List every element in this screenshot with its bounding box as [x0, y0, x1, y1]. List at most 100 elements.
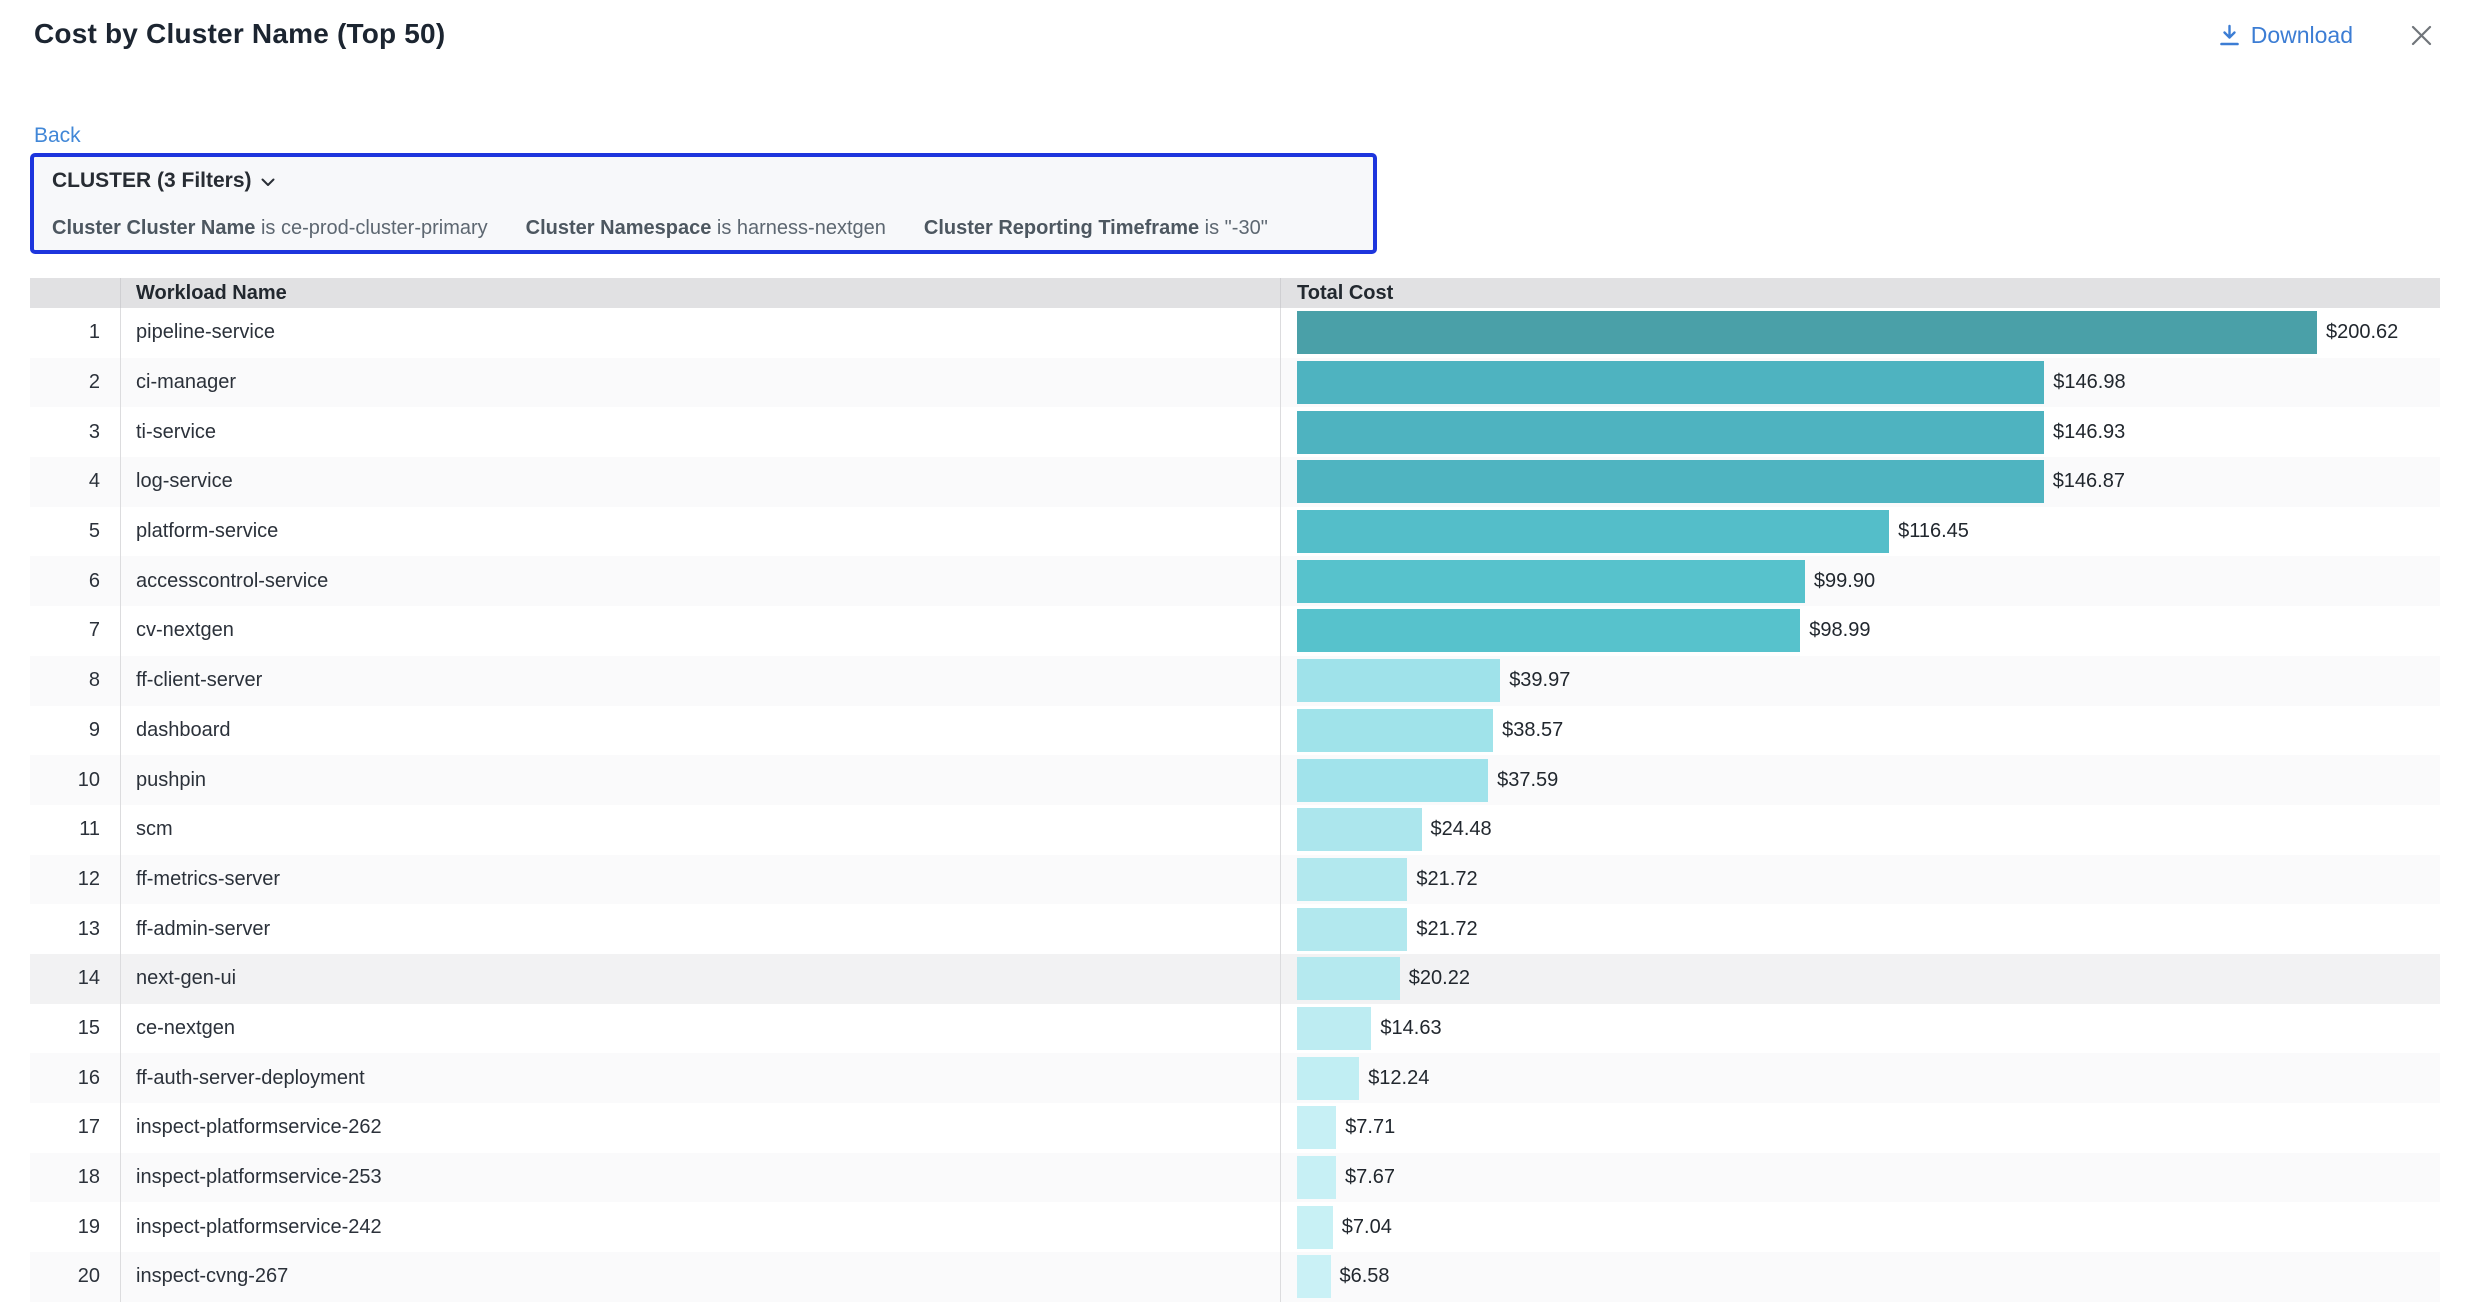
table-row[interactable]: 6accesscontrol-service$99.90: [30, 556, 2440, 606]
cost-value: $7.71: [1345, 1116, 1395, 1139]
row-workload-name: dashboard: [120, 706, 1280, 756]
cost-bar[interactable]: [1297, 908, 1407, 951]
filter-group-header[interactable]: CLUSTER (3 Filters): [52, 169, 1355, 193]
cost-bar[interactable]: [1297, 659, 1500, 702]
row-workload-name: ce-nextgen: [120, 1004, 1280, 1054]
row-cost-cell: $21.72: [1280, 904, 2440, 954]
cost-bar[interactable]: [1297, 808, 1422, 851]
cost-bar[interactable]: [1297, 609, 1800, 652]
cost-value: $6.58: [1340, 1265, 1390, 1288]
table-row[interactable]: 12ff-metrics-server $21.72: [30, 855, 2440, 905]
cost-bar[interactable]: [1297, 1206, 1333, 1249]
table-row[interactable]: 16ff-auth-server-deployment$12.24: [30, 1053, 2440, 1103]
row-workload-name: pipeline-service: [120, 308, 1280, 358]
filter-chip[interactable]: Cluster Cluster Name is ce-prod-cluster-…: [52, 217, 488, 240]
row-cost-cell: $20.22: [1280, 954, 2440, 1004]
filter-panel[interactable]: CLUSTER (3 Filters) Cluster Cluster Name…: [30, 153, 1377, 254]
row-workload-name: inspect-cvng-267: [120, 1252, 1280, 1302]
cost-value: $21.72: [1416, 868, 1477, 891]
table-row[interactable]: 7cv-nextgen$98.99: [30, 606, 2440, 656]
row-cost-cell: $14.63: [1280, 1004, 2440, 1054]
table-row[interactable]: 20inspect-cvng-267$6.58: [30, 1252, 2440, 1302]
table-row[interactable]: 14next-gen-ui$20.22: [30, 954, 2440, 1004]
cost-value: $21.72: [1416, 918, 1477, 941]
table-row[interactable]: 18inspect-platformservice-253$7.67: [30, 1153, 2440, 1203]
row-cost-cell: $12.24: [1280, 1053, 2440, 1103]
row-cost-cell: $6.58: [1280, 1252, 2440, 1302]
row-cost-cell: $38.57: [1280, 706, 2440, 756]
row-workload-name: inspect-platformservice-262: [120, 1103, 1280, 1153]
table-row[interactable]: 19inspect-platformservice-242 $7.04: [30, 1202, 2440, 1252]
cost-bar[interactable]: [1297, 460, 2044, 503]
cost-by-cluster-modal: Cost by Cluster Name (Top 50) Download B…: [0, 0, 2470, 1302]
download-button[interactable]: Download: [2218, 22, 2353, 49]
cost-bar[interactable]: [1297, 560, 1805, 603]
row-rank: 19: [30, 1202, 120, 1252]
table-row[interactable]: 9dashboard$38.57: [30, 706, 2440, 756]
row-cost-cell: $39.97: [1280, 656, 2440, 706]
cost-value: $7.04: [1342, 1216, 1392, 1239]
cost-value: $12.24: [1368, 1067, 1429, 1090]
filter-chip[interactable]: Cluster Reporting Timeframe is "-30": [924, 217, 1268, 240]
back-link[interactable]: Back: [34, 124, 81, 148]
table-row[interactable]: 4log-service$146.87: [30, 457, 2440, 507]
filter-field: Cluster Namespace: [526, 217, 712, 239]
cost-bar[interactable]: [1297, 1255, 1331, 1298]
row-cost-cell: $146.98: [1280, 358, 2440, 408]
row-workload-name: inspect-platformservice-242: [120, 1202, 1280, 1252]
close-button[interactable]: [2409, 23, 2434, 48]
cost-value: $37.59: [1497, 769, 1558, 792]
cost-value: $146.98: [2053, 371, 2125, 394]
filter-field: Cluster Cluster Name: [52, 217, 255, 239]
cost-bar[interactable]: [1297, 957, 1400, 1000]
table-row[interactable]: 5platform-service$116.45: [30, 507, 2440, 557]
cost-bar[interactable]: [1297, 411, 2044, 454]
row-workload-name: log-service: [120, 457, 1280, 507]
cost-bar[interactable]: [1297, 361, 2044, 404]
table-row[interactable]: 2ci-manager $146.98: [30, 358, 2440, 408]
row-workload-name: ff-client-server: [120, 656, 1280, 706]
row-workload-name: ff-metrics-server: [120, 855, 1280, 905]
table-row[interactable]: 13ff-admin-server$21.72: [30, 904, 2440, 954]
row-cost-cell: $146.93: [1280, 407, 2440, 457]
row-rank: 3: [30, 407, 120, 457]
cost-bar[interactable]: [1297, 510, 1889, 553]
table-row[interactable]: 11scm$24.48: [30, 805, 2440, 855]
table-row[interactable]: 3ti-service$146.93: [30, 407, 2440, 457]
table-row[interactable]: 8ff-client-server$39.97: [30, 656, 2440, 706]
cost-bar[interactable]: [1297, 709, 1493, 752]
row-cost-cell: $7.67: [1280, 1153, 2440, 1203]
table-row[interactable]: 1pipeline-service$200.62: [30, 308, 2440, 358]
table-row[interactable]: 15ce-nextgen$14.63: [30, 1004, 2440, 1054]
row-rank: 5: [30, 507, 120, 557]
row-cost-cell: $24.48: [1280, 805, 2440, 855]
cost-table: Workload Name Total Cost 1pipeline-servi…: [30, 278, 2440, 1302]
total-cost-column-header: Total Cost: [1280, 278, 2440, 308]
download-label: Download: [2251, 22, 2353, 49]
cost-bar[interactable]: [1297, 1007, 1371, 1050]
cost-bar[interactable]: [1297, 311, 2317, 354]
cost-bar[interactable]: [1297, 1057, 1359, 1100]
row-cost-cell: $7.71: [1280, 1103, 2440, 1153]
row-workload-name: inspect-platformservice-253: [120, 1153, 1280, 1203]
row-workload-name: ff-auth-server-deployment: [120, 1053, 1280, 1103]
row-cost-cell: $7.04: [1280, 1202, 2440, 1252]
row-workload-name: next-gen-ui: [120, 954, 1280, 1004]
table-row[interactable]: 17inspect-platformservice-262$7.71: [30, 1103, 2440, 1153]
cost-bar[interactable]: [1297, 1106, 1336, 1149]
row-rank: 6: [30, 556, 120, 606]
row-cost-cell: $116.45: [1280, 507, 2440, 557]
row-rank: 12: [30, 855, 120, 905]
cost-bar[interactable]: [1297, 759, 1488, 802]
filter-chip[interactable]: Cluster Namespace is harness-nextgen: [526, 217, 886, 240]
row-rank: 7: [30, 606, 120, 656]
row-rank: 13: [30, 904, 120, 954]
rank-column-header: [30, 278, 120, 308]
cost-bar[interactable]: [1297, 1156, 1336, 1199]
row-workload-name: cv-nextgen: [120, 606, 1280, 656]
row-workload-name: ci-manager: [120, 358, 1280, 408]
table-row[interactable]: 10pushpin$37.59: [30, 755, 2440, 805]
row-workload-name: ti-service: [120, 407, 1280, 457]
row-rank: 2: [30, 358, 120, 408]
cost-bar[interactable]: [1297, 858, 1407, 901]
